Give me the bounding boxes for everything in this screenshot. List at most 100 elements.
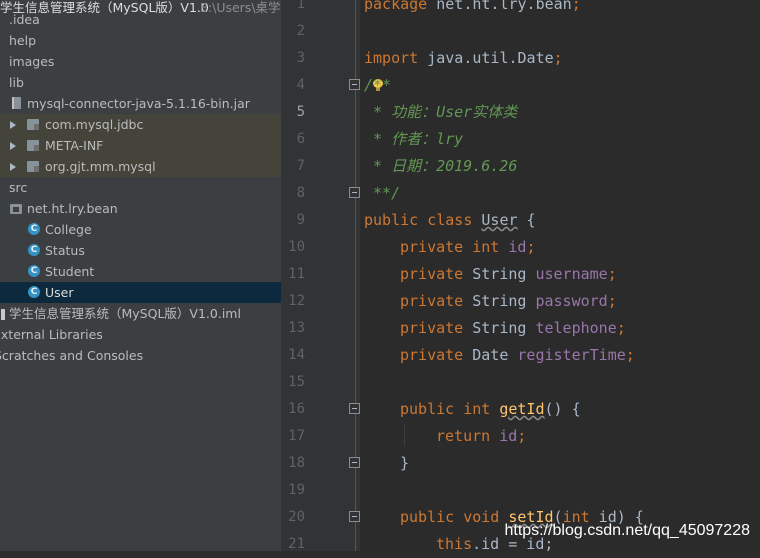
code-line-4[interactable]: /**	[364, 72, 391, 99]
code-line-1[interactable]: package net.ht.lry.bean;	[364, 0, 581, 18]
tree-item-status[interactable]: C Status	[0, 240, 281, 261]
tree-item-label: help	[9, 33, 37, 48]
line-number: 19	[288, 482, 305, 498]
tree-item-jar[interactable]: mysql-connector-java-5.1.16-bin.jar	[0, 93, 281, 114]
package-icon	[27, 161, 39, 172]
code-line-12[interactable]: private String password;	[400, 288, 617, 315]
watermark: https://blog.csdn.net/qq_45097228	[504, 522, 750, 539]
indent-guide	[404, 424, 405, 446]
field: username	[535, 265, 608, 283]
expand-arrow-icon[interactable]	[10, 121, 16, 129]
type: String	[463, 319, 536, 337]
type: String	[463, 292, 536, 310]
code-line-3[interactable]: import java.util.Date;	[364, 45, 563, 72]
keyword: public	[400, 508, 455, 526]
line-number: 16	[288, 401, 305, 417]
code-line-13[interactable]: private String telephone;	[400, 315, 626, 342]
fold-marker-icon[interactable]	[349, 79, 360, 90]
line-number: 20	[288, 509, 305, 525]
tree-item-label: images	[9, 54, 55, 69]
tree-item-lib[interactable]: lib	[0, 72, 281, 93]
keyword: return	[436, 427, 491, 445]
code-line-17[interactable]: return id;	[436, 423, 526, 450]
class-name: User	[481, 211, 518, 229]
class-icon: C	[28, 244, 40, 256]
tree-item-label: mysql-connector-java-5.1.16-bin.jar	[27, 96, 250, 111]
punct: ;	[517, 427, 527, 445]
tree-item-net-ht-lry-bean[interactable]: net.ht.lry.bean	[0, 198, 281, 219]
punct: ;	[607, 292, 617, 310]
keyword: private	[400, 319, 464, 337]
line-number-current: 5	[296, 104, 305, 120]
tree-item-label: 学生信息管理系统（MySQL版）V1.0.iml	[9, 306, 241, 321]
punct: ;	[625, 346, 635, 364]
doc-comment: /**	[364, 76, 392, 94]
tree-item-college[interactable]: C College	[0, 219, 281, 240]
tree-item-label: META-INF	[45, 138, 104, 153]
code-line-10[interactable]: private int id;	[400, 234, 535, 261]
fold-marker-icon[interactable]	[349, 187, 360, 198]
tree-item-label: lib	[9, 75, 24, 90]
keyword: this	[436, 535, 473, 553]
punct: ;	[553, 49, 563, 67]
expand-arrow-icon[interactable]	[10, 142, 16, 150]
tree-item-label: .idea	[9, 12, 40, 27]
class-icon: C	[28, 223, 40, 235]
keyword: public	[400, 400, 455, 418]
keyword: int	[454, 400, 500, 418]
tree-item-idea[interactable]: .idea	[0, 9, 281, 30]
tree-item-images[interactable]: images	[0, 51, 281, 72]
tree-item-org-gjt-mm-mysql[interactable]: org.gjt.mm.mysql	[0, 156, 281, 177]
fold-marker-icon[interactable]	[349, 457, 360, 468]
punct: () {	[544, 400, 581, 418]
expand-arrow-icon[interactable]	[10, 163, 16, 171]
line-number: 9	[296, 212, 305, 228]
punct: {	[517, 211, 536, 229]
field: registerTime	[517, 346, 626, 364]
code-line-14[interactable]: private Date registerTime;	[400, 342, 635, 369]
keyword: void	[454, 508, 509, 526]
code-line-7[interactable]: * 日期：2019.6.26	[364, 153, 517, 180]
line-number: 15	[288, 374, 305, 390]
tree-item-meta-inf[interactable]: META-INF	[0, 135, 281, 156]
class-icon: C	[28, 286, 40, 298]
tree-item-label: Status	[45, 243, 85, 258]
tree-item-student[interactable]: C Student	[0, 261, 281, 282]
doc-comment: **/	[364, 184, 401, 202]
tree-item-scratches[interactable]: Scratches and Consoles	[0, 345, 281, 366]
project-tree-panel: 学生信息管理系统（MySQL版）V1.0 E:\Users\桌学 .idea h…	[0, 0, 281, 551]
line-number: 3	[296, 50, 305, 66]
punct: ;	[616, 319, 626, 337]
code-line-16[interactable]: public int getId() {	[400, 396, 581, 423]
code-line-6[interactable]: * 作者：lry	[364, 126, 463, 153]
tree-item-label: Scratches and Consoles	[0, 348, 144, 363]
code-line-18[interactable]: }	[400, 450, 409, 477]
field: telephone	[535, 319, 617, 337]
field: id	[490, 427, 518, 445]
keyword: private	[400, 238, 464, 256]
jar-icon	[12, 97, 21, 109]
tree-item-external-libraries[interactable]: External Libraries	[0, 324, 281, 345]
identifier: java.util.Date	[418, 49, 554, 67]
tree-item-src[interactable]: src	[0, 177, 281, 198]
code-line-5[interactable]: * 功能：User实体类	[364, 99, 517, 126]
class-icon: C	[28, 265, 40, 277]
punct: ;	[526, 238, 536, 256]
keyword: public	[364, 211, 419, 229]
tree-item-help[interactable]: help	[0, 30, 281, 51]
tree-item-label: User	[45, 285, 74, 300]
identifier: net.ht.lry.bean	[427, 0, 572, 13]
line-number: 4	[296, 77, 305, 93]
code-line-9[interactable]: public class User {	[364, 207, 536, 234]
tree-item-com-mysql-jdbc[interactable]: com.mysql.jdbc	[0, 114, 281, 135]
code-line-11[interactable]: private String username;	[400, 261, 617, 288]
tree-item-iml[interactable]: 学生信息管理系统（MySQL版）V1.0.iml	[0, 303, 281, 324]
keyword: class	[418, 211, 482, 229]
tree-item-label: src	[9, 180, 28, 195]
line-number: 7	[296, 158, 305, 174]
fold-marker-icon[interactable]	[349, 511, 360, 522]
code-line-8[interactable]: **/	[364, 180, 400, 207]
line-number: 12	[288, 293, 305, 309]
fold-marker-icon[interactable]	[349, 403, 360, 414]
tree-item-user[interactable]: C User	[0, 282, 281, 303]
